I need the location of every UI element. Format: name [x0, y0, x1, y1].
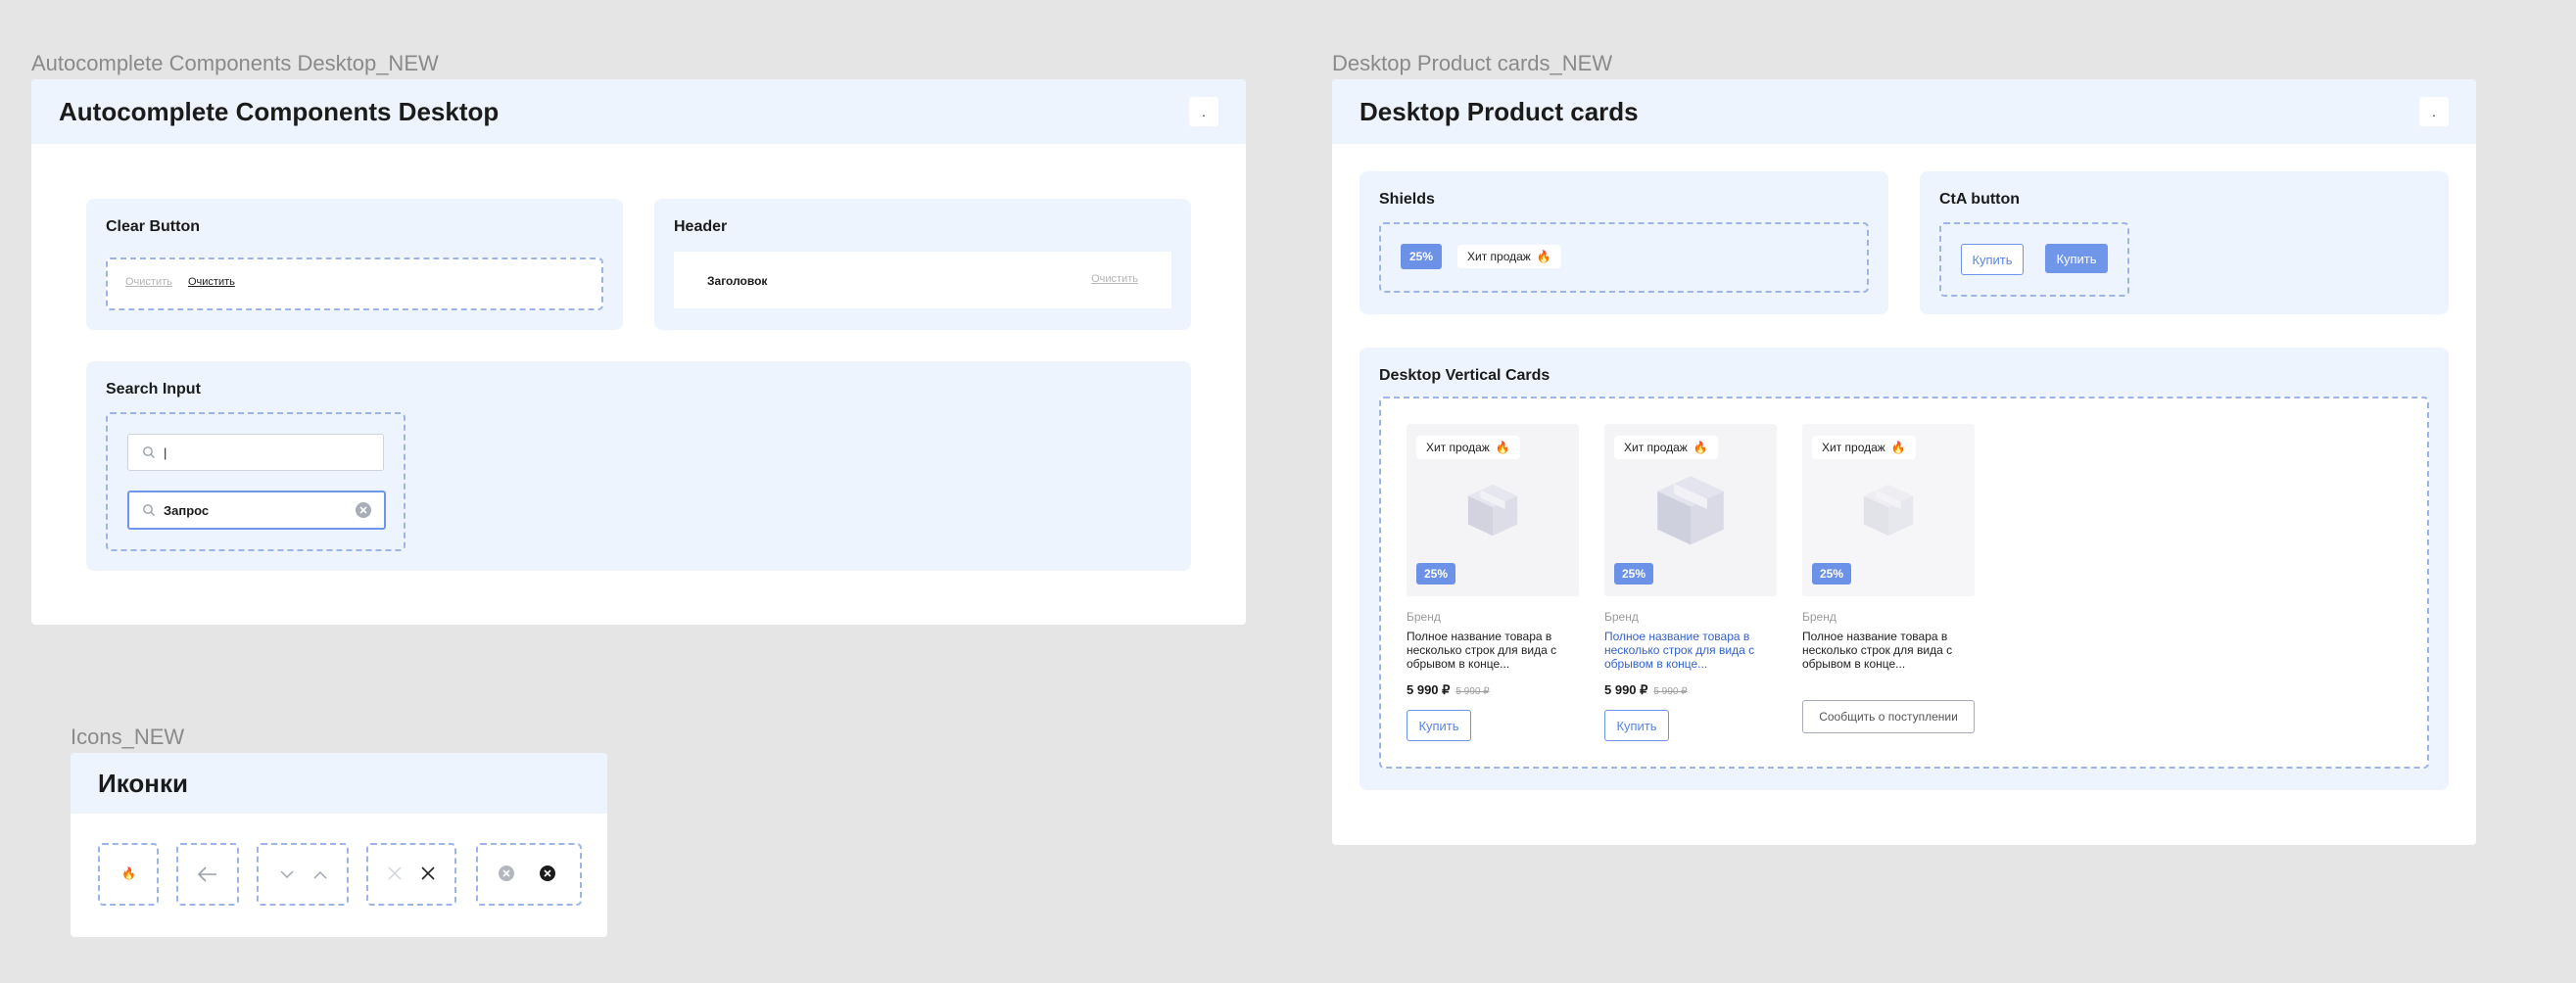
header-heading: Заголовок: [707, 274, 768, 288]
clear-button-variants: Очистить Очистить: [106, 257, 603, 310]
current-price: 5 990 ₽: [1604, 682, 1648, 697]
vertical-cards-variants: Хит продаж 🔥 25% Бренд Полное название т…: [1379, 397, 2429, 769]
notify-button[interactable]: Сообщить о поступлении: [1802, 700, 1975, 733]
clear-circle-grey-icon: [499, 866, 514, 881]
autocomplete-board: Autocomplete Components Desktop . Clear …: [31, 79, 1246, 625]
current-price: 5 990 ₽: [1407, 682, 1451, 697]
search-icon: [143, 504, 155, 516]
search-icon: [143, 446, 155, 458]
hit-shield: Хит продаж 🔥: [1457, 245, 1561, 268]
buy-button[interactable]: Купить: [1407, 710, 1471, 741]
frame-label-product-cards: Desktop Product cards_NEW: [1332, 51, 1613, 75]
icon-group-arrow: [176, 843, 239, 906]
hit-label: Хит продаж: [1467, 250, 1531, 263]
box-placeholder-icon: [1863, 484, 1914, 537]
product-price: 5 990 ₽ 5 990 ₽: [1604, 682, 1688, 698]
hit-shield: Хит продаж 🔥: [1416, 436, 1520, 459]
clear-button-active[interactable]: Очистить: [188, 276, 235, 288]
discount-shield: 25%: [1812, 563, 1851, 585]
product-name-hover[interactable]: Полное название товара в несколько строк…: [1604, 630, 1761, 671]
fire-icon: 🔥: [1495, 441, 1510, 454]
search-input-value: |: [164, 445, 167, 460]
product-price: 5 990 ₽ 5 990 ₽: [1407, 682, 1490, 698]
product-brand: Бренд: [1802, 610, 1837, 624]
search-input-empty[interactable]: |: [127, 434, 384, 471]
hit-label: Хит продаж: [1426, 441, 1490, 454]
product-brand: Бренд: [1604, 610, 1639, 624]
board-header: Autocomplete Components Desktop .: [31, 79, 1246, 144]
product-image: Хит продаж 🔥 25%: [1407, 424, 1579, 596]
arrow-left-icon: [197, 866, 216, 882]
hit-shield: Хит продаж 🔥: [1812, 436, 1916, 459]
board-header: Иконки: [71, 753, 607, 814]
shields-variants: 25% Хит продаж 🔥: [1379, 222, 1869, 293]
product-image: Хит продаж 🔥 25%: [1802, 424, 1975, 596]
product-name[interactable]: Полное название товара в несколько строк…: [1802, 630, 1959, 671]
box-placeholder-icon: [1657, 476, 1724, 545]
clear-circle-black-icon: [540, 866, 555, 881]
old-price: 5 990 ₽: [1455, 686, 1490, 697]
old-price: 5 990 ₽: [1653, 686, 1688, 697]
frame-label-autocomplete: Autocomplete Components Desktop_NEW: [31, 51, 439, 75]
chevron-down-icon: [280, 870, 294, 879]
board-menu-button[interactable]: .: [1189, 97, 1218, 126]
fire-icon: 🔥: [1693, 441, 1708, 454]
shields-panel: Shields 25% Хит продаж 🔥: [1360, 171, 1888, 314]
clear-circle-icon[interactable]: [355, 501, 372, 519]
product-name[interactable]: Полное название товара в несколько строк…: [1407, 630, 1563, 671]
cta-panel: CtA button Купить Купить: [1920, 171, 2449, 314]
vertical-cards-panel: Desktop Vertical Cards Хит продаж 🔥 25%: [1360, 348, 2449, 790]
product-brand: Бренд: [1407, 610, 1441, 624]
board-title: Desktop Product cards: [1360, 97, 1639, 126]
panel-title: Header: [674, 218, 728, 235]
fire-icon: 🔥: [1890, 441, 1906, 454]
discount-shield: 25%: [1614, 563, 1653, 585]
product-card[interactable]: Хит продаж 🔥 25% Бренд Полное название т…: [1407, 424, 1579, 757]
header-panel: Header Заголовок Очистить: [654, 199, 1191, 330]
panel-title: Shields: [1379, 191, 1435, 208]
icons-board: Иконки 🔥: [71, 753, 607, 937]
board-header: Desktop Product cards .: [1332, 79, 2476, 144]
search-input-filled[interactable]: Запрос: [127, 491, 386, 530]
autocomplete-header: Заголовок Очистить: [674, 252, 1171, 308]
buy-button-outline[interactable]: Купить: [1961, 244, 2024, 275]
buy-button[interactable]: Купить: [1604, 710, 1669, 741]
hit-label: Хит продаж: [1624, 441, 1688, 454]
hit-shield: Хит продаж 🔥: [1614, 436, 1718, 459]
discount-shield: 25%: [1401, 244, 1442, 269]
panel-title: Clear Button: [106, 218, 200, 235]
close-light-icon: [388, 866, 402, 880]
hit-label: Хит продаж: [1822, 441, 1885, 454]
header-clear-link[interactable]: Очистить: [1091, 273, 1138, 285]
close-dark-icon: [421, 866, 435, 880]
buy-button-filled[interactable]: Купить: [2045, 244, 2108, 273]
search-input-value: Запрос: [164, 502, 210, 518]
box-placeholder-icon: [1467, 484, 1518, 537]
product-cards-board: Desktop Product cards . Shields 25% Хит …: [1332, 79, 2476, 845]
board-title: Иконки: [98, 769, 188, 798]
search-input-panel: Search Input | Запрос: [86, 361, 1191, 571]
icon-group-chevrons: [257, 843, 349, 906]
product-image: Хит продаж 🔥 25%: [1604, 424, 1777, 596]
board-title: Autocomplete Components Desktop: [59, 97, 500, 126]
panel-title: Desktop Vertical Cards: [1379, 367, 1550, 384]
fire-icon: 🔥: [121, 866, 136, 880]
search-input-variants: | Запрос: [106, 412, 405, 551]
panel-title: CtA button: [1939, 191, 2021, 208]
product-card[interactable]: Хит продаж 🔥 25% Бренд Полное название т…: [1604, 424, 1777, 757]
cta-variants: Купить Купить: [1939, 222, 2129, 297]
icon-group-clear-circle: [476, 843, 582, 906]
fire-icon: 🔥: [1536, 250, 1551, 263]
chevron-up-icon: [313, 870, 327, 879]
board-menu-button[interactable]: .: [2419, 97, 2449, 126]
frame-label-icons: Icons_NEW: [71, 725, 185, 749]
clear-button-disabled: Очистить: [125, 276, 172, 288]
panel-title: Search Input: [106, 381, 201, 398]
icon-group-close: [366, 843, 456, 906]
clear-button-panel: Clear Button Очистить Очистить: [86, 199, 623, 330]
discount-shield: 25%: [1416, 563, 1455, 585]
icon-group-fire: 🔥: [98, 843, 159, 906]
product-card[interactable]: Хит продаж 🔥 25% Бренд Полное название т…: [1802, 424, 1975, 757]
